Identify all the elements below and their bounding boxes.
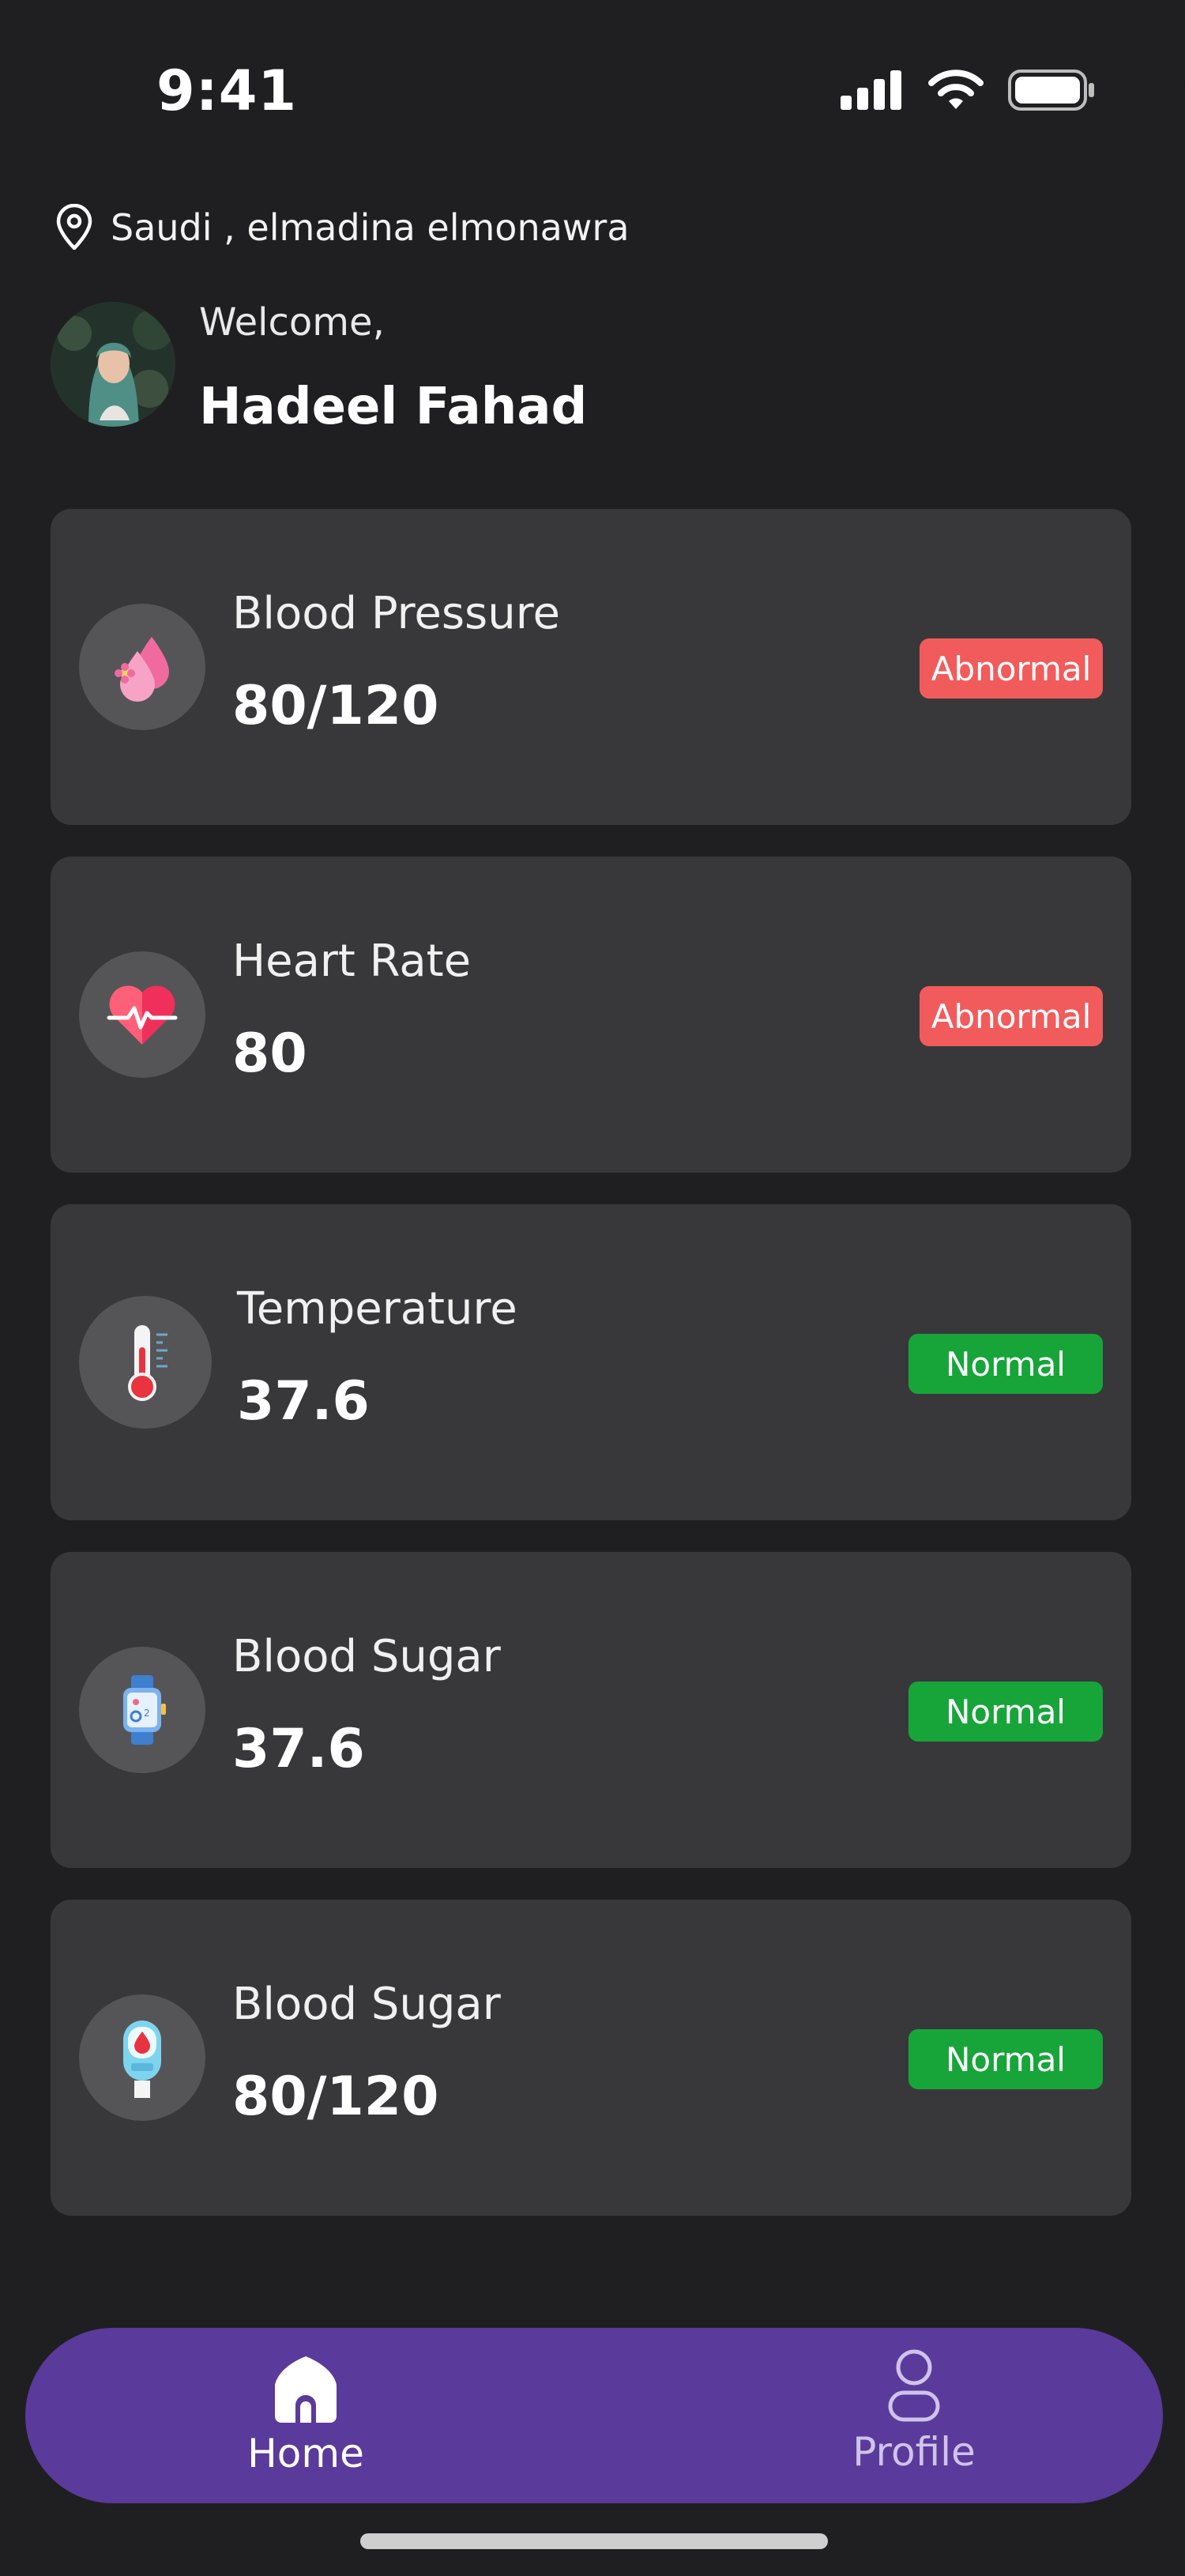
card-value: 37.6 xyxy=(232,1718,365,1780)
nav-label-profile: Profile xyxy=(852,2429,976,2475)
svg-text:2: 2 xyxy=(144,1708,150,1719)
card-label: Blood Pressure xyxy=(232,588,560,639)
status-badge: Normal xyxy=(908,1334,1103,1394)
card-value: 37.6 xyxy=(237,1370,370,1433)
glucose-meter-icon xyxy=(79,1994,205,2121)
card-value: 80 xyxy=(232,1022,307,1085)
card-value: 80/120 xyxy=(232,675,439,737)
status-icons xyxy=(841,70,1097,111)
home-screen: 9:41 Saudi , elmadina elmonawra Welcome,… xyxy=(0,0,1185,2576)
status-badge: Normal xyxy=(908,2029,1103,2089)
card-label: Blood Sugar xyxy=(232,1979,501,2030)
user-name: Hadeel Fahad xyxy=(199,378,588,436)
card-heart-rate[interactable]: Heart Rate 80 Abnormal xyxy=(51,857,1131,1173)
card-blood-sugar-meter[interactable]: Blood Sugar 80/120 Normal xyxy=(51,1900,1131,2216)
card-temperature[interactable]: Temperature 37.6 Normal xyxy=(51,1204,1131,1520)
status-badge: Abnormal xyxy=(920,986,1103,1046)
card-label: Heart Rate xyxy=(232,936,472,987)
card-blood-pressure[interactable]: Blood Pressure 80/120 Abnormal xyxy=(51,509,1131,825)
wifi-icon xyxy=(928,70,984,109)
avatar[interactable] xyxy=(51,302,175,427)
card-label: Temperature xyxy=(237,1283,517,1335)
location-text: Saudi , elmadina elmonawra xyxy=(111,206,630,249)
home-icon xyxy=(275,2356,337,2423)
nav-home[interactable]: Home xyxy=(223,2353,389,2476)
thermometer-icon xyxy=(79,1296,212,1429)
blood-drops-icon xyxy=(79,604,205,730)
battery-icon xyxy=(1008,70,1094,111)
card-label: Blood Sugar xyxy=(232,1631,501,1682)
status-badge: Abnormal xyxy=(920,638,1103,699)
status-time: 9:41 xyxy=(156,58,298,123)
welcome-text: Welcome, xyxy=(199,300,385,345)
map-pin-icon xyxy=(56,204,92,250)
profile-icon xyxy=(888,2349,940,2422)
card-value: 80/120 xyxy=(232,2066,439,2128)
nav-profile[interactable]: Profile xyxy=(815,2347,1013,2475)
home-indicator[interactable] xyxy=(360,2533,828,2549)
card-blood-sugar-watch[interactable]: 2 Blood Sugar 37.6 Normal xyxy=(51,1552,1131,1868)
smartwatch-icon: 2 xyxy=(79,1647,205,1773)
nav-label-home: Home xyxy=(247,2431,364,2476)
heart-pulse-icon xyxy=(79,951,205,1078)
signal-icon xyxy=(841,70,901,110)
bottom-nav: Home Profile xyxy=(25,2328,1163,2503)
location-row[interactable]: Saudi , elmadina elmonawra xyxy=(54,204,630,251)
status-badge: Normal xyxy=(908,1682,1103,1742)
